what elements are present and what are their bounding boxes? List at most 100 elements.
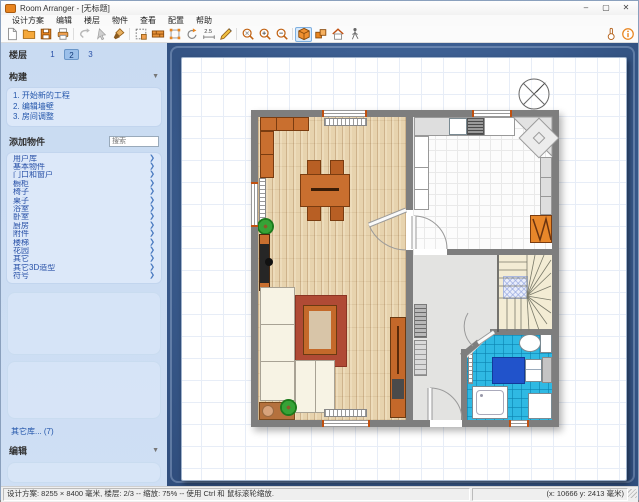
plan-paper[interactable] [181, 57, 627, 481]
other-libraries-link[interactable]: 其它库... (7) [11, 426, 157, 437]
save-icon[interactable] [37, 27, 54, 42]
minimize-button[interactable]: – [578, 3, 594, 14]
dining-chair[interactable] [330, 205, 344, 221]
wall-bathroom-top[interactable] [490, 329, 552, 335]
bath-mat[interactable] [492, 357, 525, 384]
select-pointer-icon[interactable] [93, 27, 110, 42]
paint-style-icon[interactable] [110, 27, 127, 42]
window[interactable] [472, 110, 512, 117]
resize-grip[interactable] [628, 489, 637, 498]
category-stairs[interactable]: 楼梯❯ [13, 239, 155, 247]
menu-edit[interactable]: 编辑 [50, 15, 78, 26]
view-3d-icon[interactable] [295, 27, 312, 42]
floor-button-2[interactable]: 2 [64, 49, 79, 60]
category-cabinets[interactable]: 橱柜❯ [13, 180, 155, 188]
kitchen-stove[interactable] [467, 118, 484, 135]
wall-kitchen-bottom[interactable] [447, 249, 552, 255]
category-garden[interactable]: 花园❯ [13, 247, 155, 255]
category-tables[interactable]: 桌子❯ [13, 197, 155, 205]
floor-plan[interactable] [251, 110, 559, 427]
build-step-edit-walls[interactable]: 2. 编辑墙壁 [13, 102, 155, 113]
stair-landing[interactable] [503, 276, 528, 299]
open-project-icon[interactable] [20, 27, 37, 42]
select-region-icon[interactable] [132, 27, 149, 42]
sofa-left-arm[interactable] [260, 287, 295, 401]
window[interactable] [251, 182, 258, 227]
category-user-library[interactable]: 用户库❯ [13, 155, 155, 163]
menu-floor[interactable]: 楼层 [78, 15, 106, 26]
draw-walls-icon[interactable] [149, 27, 166, 42]
kitchen-right-cabinets[interactable] [540, 157, 552, 215]
washing-machine[interactable] [528, 393, 552, 419]
floor-button-1[interactable]: 1 [45, 49, 60, 60]
walkthrough-icon[interactable] [346, 27, 363, 42]
kitchen-sink[interactable] [449, 118, 467, 135]
category-basic-objects[interactable]: 基本物件❯ [13, 163, 155, 171]
corner-bench-top[interactable] [260, 117, 309, 131]
object-search-input[interactable] [109, 136, 159, 147]
maximize-button[interactable]: ▢ [598, 3, 614, 14]
measure-dimension-icon[interactable]: 2.5 [200, 27, 217, 42]
coffee-table[interactable] [304, 306, 336, 354]
build-step-adjust-rooms[interactable]: 3. 房间调整 [13, 112, 155, 123]
category-other[interactable]: 其它❯ [13, 255, 155, 263]
radiator-bottom[interactable] [324, 409, 367, 417]
zoom-out-icon[interactable] [273, 27, 290, 42]
category-bedroom[interactable]: 卧室❯ [13, 213, 155, 221]
build-section-header[interactable]: 构建 ▼ [9, 70, 159, 83]
close-button[interactable]: ✕ [618, 3, 634, 14]
kitchen-counter-white[interactable] [484, 117, 515, 136]
window[interactable] [322, 110, 367, 117]
zoom-in-icon[interactable] [256, 27, 273, 42]
wall-bathroom-left[interactable] [461, 349, 467, 420]
kitchen-orange-cabinet[interactable] [530, 215, 552, 243]
category-chairs[interactable]: 椅子❯ [13, 188, 155, 196]
menu-object[interactable]: 物件 [106, 15, 134, 26]
window[interactable] [322, 420, 370, 427]
radiator-top[interactable] [324, 118, 367, 126]
bathroom-sink[interactable] [525, 359, 542, 382]
wall-right[interactable] [552, 110, 559, 427]
window[interactable] [509, 420, 529, 427]
floor-speaker[interactable] [265, 258, 273, 266]
edit-section-header[interactable]: 编辑 ▼ [9, 444, 159, 457]
category-bathroom[interactable]: 浴室❯ [13, 205, 155, 213]
potted-plant[interactable] [280, 399, 297, 416]
toilet-bowl[interactable] [519, 334, 541, 352]
potted-plant[interactable] [257, 218, 274, 235]
menu-settings[interactable]: 配置 [162, 15, 190, 26]
category-other-3d[interactable]: 其它3D造型❯ [13, 264, 155, 272]
wall-top[interactable] [251, 110, 559, 117]
kitchen-tall-cabinet[interactable] [414, 136, 429, 210]
move-points-icon[interactable] [166, 27, 183, 42]
pointer-mode-icon[interactable] [602, 27, 619, 42]
radiator-left[interactable] [259, 178, 266, 223]
build-step-new-project[interactable]: 1. 开始新的工程 [13, 91, 155, 102]
hallway-shelf-upper[interactable] [414, 304, 427, 338]
corner-bench-left[interactable] [260, 131, 274, 178]
drawing-canvas[interactable] [167, 43, 638, 486]
menu-design[interactable]: 设计方案 [6, 15, 50, 26]
home-3d-icon[interactable] [329, 27, 346, 42]
menu-view[interactable]: 查看 [134, 15, 162, 26]
about-info-icon[interactable] [619, 27, 636, 42]
towel-radiator[interactable] [468, 348, 473, 384]
draw-tool-icon[interactable] [217, 27, 234, 42]
wall-divider-lower[interactable] [406, 250, 413, 427]
menu-help[interactable]: 帮助 [190, 15, 218, 26]
category-kitchen[interactable]: 厨房❯ [13, 222, 155, 230]
sofa-bottom-arm[interactable] [295, 360, 335, 413]
zoom-to-fit-icon[interactable] [239, 27, 256, 42]
wall-left[interactable] [251, 110, 258, 427]
undo-icon[interactable] [76, 27, 93, 42]
hallway-shelf-lower[interactable] [414, 340, 427, 376]
category-symbols[interactable]: 符号❯ [13, 272, 155, 280]
collapse-icon[interactable]: ▼ [152, 73, 159, 80]
floor-button-3[interactable]: 3 [83, 49, 98, 60]
category-doors-windows[interactable]: 门口和窗户❯ [13, 171, 155, 179]
category-accessories[interactable]: 附件❯ [13, 230, 155, 238]
new-document-icon[interactable] [3, 27, 20, 42]
print-icon[interactable] [54, 27, 71, 42]
dining-chair[interactable] [307, 205, 321, 221]
wall-divider-upper[interactable] [406, 110, 413, 210]
